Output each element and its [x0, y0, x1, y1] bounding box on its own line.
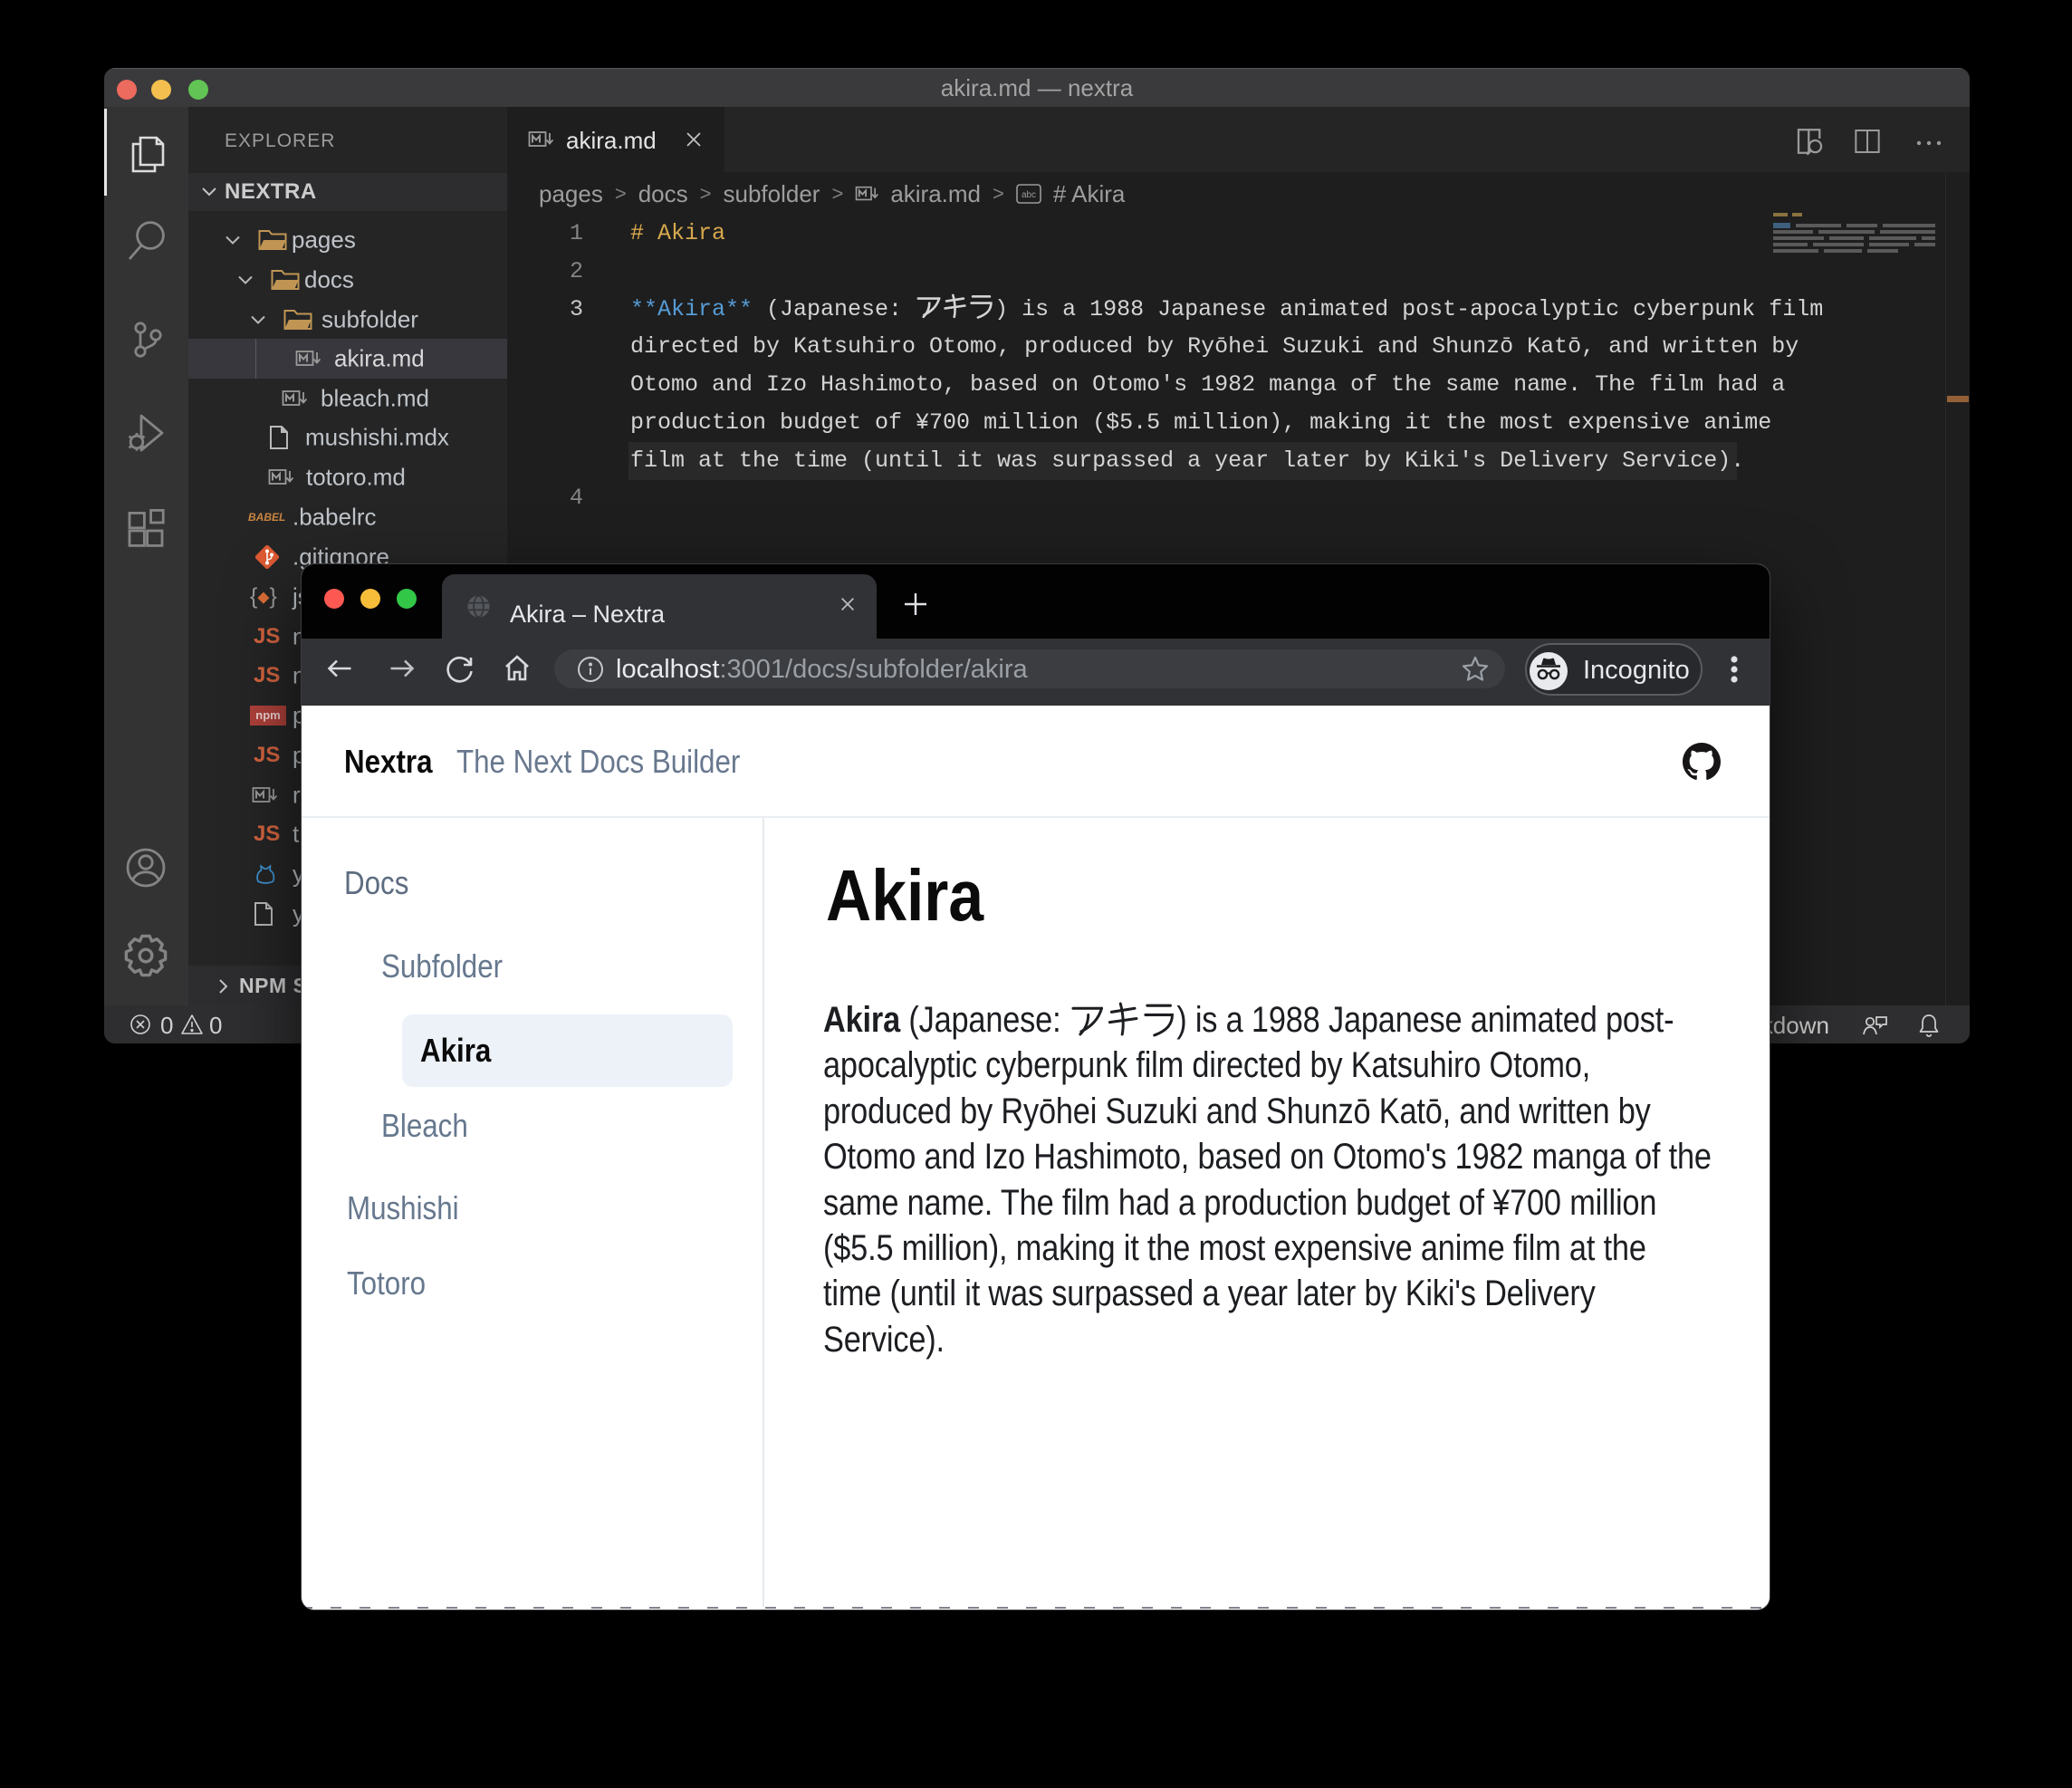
svg-text:abc: abc [1022, 190, 1036, 200]
